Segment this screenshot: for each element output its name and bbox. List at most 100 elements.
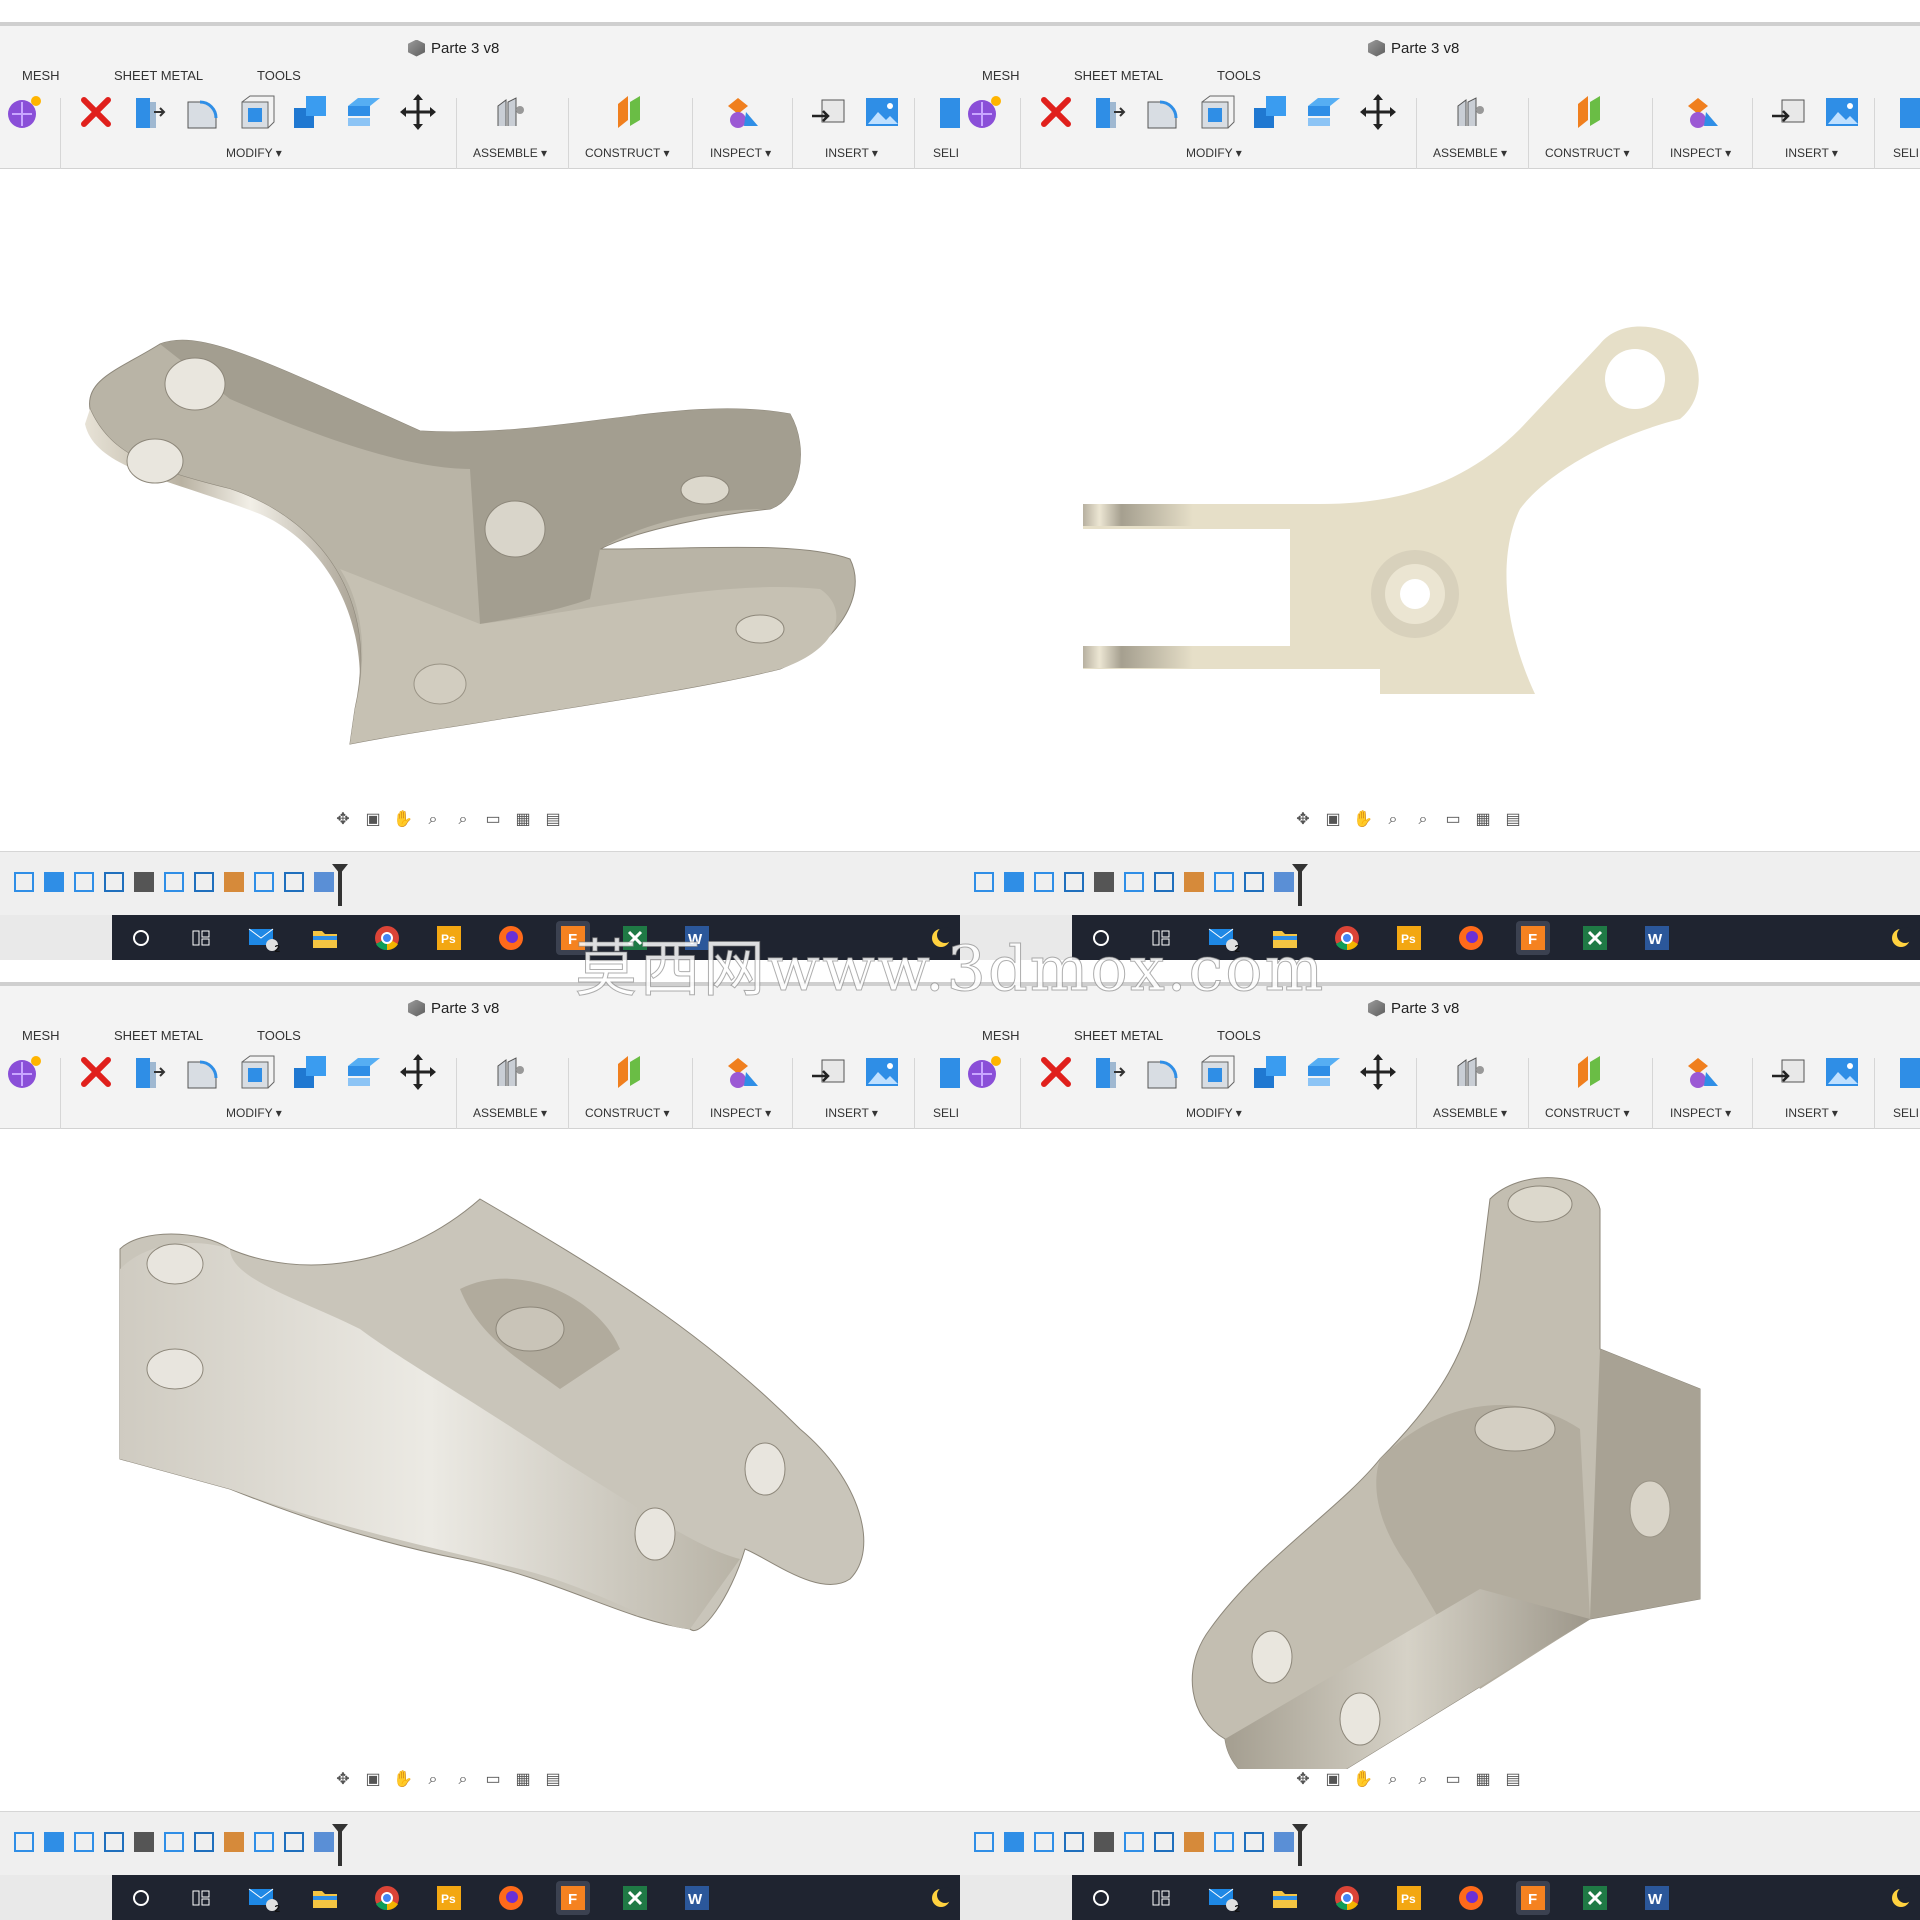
delete-icon[interactable] [76, 1052, 116, 1092]
fillet-icon[interactable] [1142, 92, 1182, 132]
timeline-feature-icon[interactable] [74, 872, 94, 892]
part-model[interactable] [960, 169, 1920, 809]
zoom-icon[interactable]: ⌕ [1380, 1768, 1406, 1792]
night-light-icon[interactable] [924, 1881, 958, 1915]
cortana-icon[interactable] [124, 1881, 158, 1915]
photoshop-icon[interactable]: Ps [1392, 1881, 1426, 1915]
grid-settings-icon[interactable]: ▦ [510, 1768, 536, 1792]
viewports-icon[interactable]: ▤ [540, 1768, 566, 1792]
move-icon[interactable] [1358, 92, 1398, 132]
construct-menu[interactable]: CONSTRUCT ▾ [1545, 1106, 1629, 1120]
construct-menu[interactable]: CONSTRUCT ▾ [1545, 146, 1629, 160]
timeline-feature-icon[interactable] [224, 872, 244, 892]
timeline-feature-icon[interactable] [1214, 1832, 1234, 1852]
press-pull-icon[interactable] [128, 92, 168, 132]
part-model[interactable] [0, 1129, 960, 1769]
task-view-icon[interactable] [1144, 921, 1178, 955]
mail-icon[interactable]: 2 [246, 1881, 280, 1915]
press-pull-icon[interactable] [1088, 1052, 1128, 1092]
timeline-feature-icon[interactable] [134, 872, 154, 892]
select-icon[interactable] [1896, 92, 1920, 132]
insert-menu[interactable]: INSERT ▾ [825, 1106, 878, 1120]
file-explorer-icon[interactable] [308, 1881, 342, 1915]
timeline-feature-icon[interactable] [104, 872, 124, 892]
measure-icon[interactable] [1682, 1052, 1722, 1092]
pan-icon[interactable]: ✋ [390, 808, 416, 832]
look-at-icon[interactable]: ▣ [1320, 808, 1346, 832]
task-view-icon[interactable] [1144, 1881, 1178, 1915]
look-at-icon[interactable]: ▣ [360, 1768, 386, 1792]
excel-icon[interactable] [1578, 921, 1612, 955]
zoom-icon[interactable]: ⌕ [420, 1768, 446, 1792]
excel-icon[interactable] [618, 921, 652, 955]
photoshop-icon[interactable]: Ps [1392, 921, 1426, 955]
timeline-feature-icon[interactable] [1094, 872, 1114, 892]
grid-settings-icon[interactable]: ▦ [510, 808, 536, 832]
fillet-icon[interactable] [1142, 1052, 1182, 1092]
task-view-icon[interactable] [184, 1881, 218, 1915]
file-explorer-icon[interactable] [1268, 1881, 1302, 1915]
timeline-feature-icon[interactable] [1064, 1832, 1084, 1852]
select-menu[interactable]: SELI [933, 1106, 959, 1120]
offset-plane-icon[interactable] [610, 1052, 650, 1092]
canvas-viewport[interactable]: ✥ ▣ ✋ ⌕ ⌕ ▭ ▦ ▤ [0, 1129, 960, 1811]
insert-canvas-icon[interactable] [1822, 92, 1862, 132]
orbit-icon[interactable]: ✥ [1290, 808, 1316, 832]
canvas-viewport[interactable]: ✥ ▣ ✋ ⌕ ⌕ ▭ ▦ ▤ [960, 1129, 1920, 1811]
assemble-menu[interactable]: ASSEMBLE ▾ [473, 146, 547, 160]
timeline-feature-icon[interactable] [194, 872, 214, 892]
timeline-feature-icon[interactable] [1004, 1832, 1024, 1852]
timeline-feature-icon[interactable] [1244, 1832, 1264, 1852]
select-menu[interactable]: SELI [933, 146, 959, 160]
insert-menu[interactable]: INSERT ▾ [1785, 146, 1838, 160]
viewports-icon[interactable]: ▤ [1500, 1768, 1526, 1792]
offset-face-icon[interactable] [344, 92, 384, 132]
tab-sheet-metal[interactable]: SHEET METAL [114, 1028, 203, 1043]
create-form-icon[interactable] [4, 92, 44, 132]
joint-icon[interactable] [490, 92, 530, 132]
fit-icon[interactable]: ⌕ [1410, 808, 1436, 832]
timeline-marker[interactable] [1292, 864, 1308, 906]
inspect-menu[interactable]: INSPECT ▾ [1670, 146, 1731, 160]
timeline-feature-icon[interactable] [284, 1832, 304, 1852]
firefox-icon[interactable] [494, 921, 528, 955]
insert-canvas-icon[interactable] [862, 92, 902, 132]
fusion360-icon[interactable]: F [556, 1881, 590, 1915]
timeline-feature-icon[interactable] [1154, 1832, 1174, 1852]
delete-icon[interactable] [1036, 1052, 1076, 1092]
timeline-feature-icon[interactable] [1064, 872, 1084, 892]
insert-derive-icon[interactable] [1768, 1052, 1808, 1092]
timeline-feature-icon[interactable] [1274, 872, 1294, 892]
timeline-feature-icon[interactable] [254, 1832, 274, 1852]
excel-icon[interactable] [618, 1881, 652, 1915]
orbit-icon[interactable]: ✥ [330, 808, 356, 832]
move-icon[interactable] [398, 1052, 438, 1092]
mail-icon[interactable]: 2 [1206, 921, 1240, 955]
orbit-icon[interactable]: ✥ [330, 1768, 356, 1792]
combine-icon[interactable] [1250, 92, 1290, 132]
timeline-feature-icon[interactable] [1124, 1832, 1144, 1852]
modify-menu[interactable]: MODIFY ▾ [226, 1106, 282, 1120]
timeline-feature-icon[interactable] [134, 1832, 154, 1852]
modify-menu[interactable]: MODIFY ▾ [1186, 146, 1242, 160]
insert-derive-icon[interactable] [1768, 92, 1808, 132]
create-form-icon[interactable] [964, 1052, 1004, 1092]
joint-icon[interactable] [490, 1052, 530, 1092]
file-explorer-icon[interactable] [308, 921, 342, 955]
timeline-feature-icon[interactable] [44, 1832, 64, 1852]
offset-plane-icon[interactable] [1570, 92, 1610, 132]
press-pull-icon[interactable] [1088, 92, 1128, 132]
photoshop-icon[interactable]: Ps [432, 1881, 466, 1915]
firefox-icon[interactable] [1454, 1881, 1488, 1915]
create-form-icon[interactable] [964, 92, 1004, 132]
display-settings-icon[interactable]: ▭ [480, 1768, 506, 1792]
offset-face-icon[interactable] [1304, 92, 1344, 132]
cortana-icon[interactable] [1084, 1881, 1118, 1915]
timeline-feature-icon[interactable] [1184, 1832, 1204, 1852]
timeline-marker[interactable] [1292, 1824, 1308, 1866]
document-title[interactable]: Parte 3 v8 [408, 38, 499, 58]
chrome-icon[interactable] [370, 1881, 404, 1915]
pan-icon[interactable]: ✋ [1350, 808, 1376, 832]
shell-icon[interactable] [236, 92, 276, 132]
tab-tools[interactable]: TOOLS [257, 1028, 301, 1043]
